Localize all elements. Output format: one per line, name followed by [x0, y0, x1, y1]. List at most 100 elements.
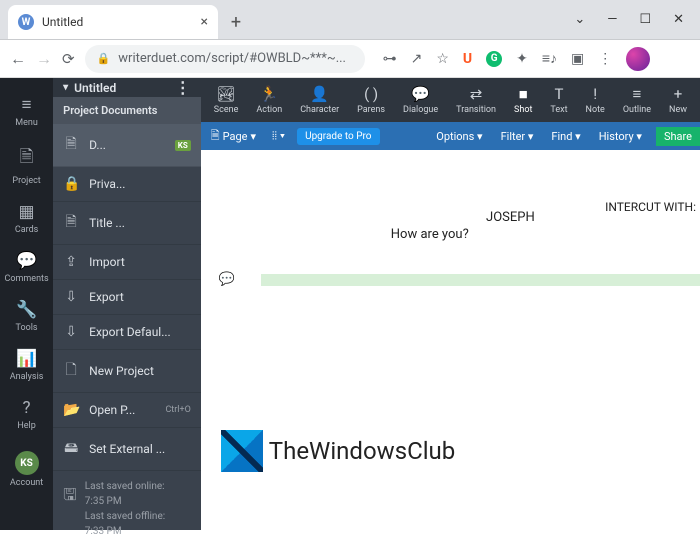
user-badge: KS [175, 140, 191, 151]
rail-help[interactable]: ?Help [0, 391, 53, 438]
reader-icon[interactable]: ▣ [571, 51, 584, 67]
item-icon: ⇪ [63, 254, 79, 270]
rail-analysis[interactable]: 📊Analysis [0, 342, 53, 389]
lock-icon: 🔒 [97, 52, 111, 65]
playlist-icon[interactable]: ≡♪ [542, 50, 557, 67]
item-label: New Project [89, 364, 154, 378]
tab-title: Untitled [42, 15, 193, 29]
grammarly-icon[interactable]: G [486, 51, 502, 67]
script-document[interactable]: INTERCUT WITH: JOSEPH How are you? 💬 The… [201, 150, 700, 530]
page-menu[interactable]: 🗎 Page ▾ [207, 127, 260, 146]
toolbar-note[interactable]: !Note [577, 85, 614, 115]
sidebar-item[interactable]: 📂Open P...Ctrl+O [53, 393, 201, 428]
toolbar-shot[interactable]: ■Shot [505, 85, 541, 115]
browser-tab[interactable]: W Untitled × [8, 5, 218, 39]
close-tab-icon[interactable]: × [201, 14, 208, 30]
more-icon[interactable]: ⋮ [175, 78, 191, 97]
browser-tab-strip: W Untitled × + ⌄ — ☐ ✕ [0, 0, 700, 40]
item-icon: 🗋 [63, 359, 79, 383]
minimize-button[interactable]: — [607, 12, 617, 27]
note-icon: ! [593, 85, 597, 103]
profile-avatar[interactable] [626, 47, 650, 71]
project-icon: 🗎 [20, 144, 34, 173]
project-sidebar: ▾ Untitled ⋮ Project Documents 🗎D...KS🔒P… [53, 78, 201, 530]
item-icon: ⇩ [63, 289, 79, 305]
sidebar-item[interactable]: 🗋 New Project [53, 350, 201, 393]
comment-icon[interactable]: 💬 [219, 272, 235, 287]
action-icon: 🏃 [260, 85, 279, 103]
menu-icon[interactable]: ⋮ [598, 51, 612, 67]
toolbar-parens[interactable]: ( )Parens [348, 85, 394, 115]
dropdown-icon[interactable]: ⌄ [574, 12, 585, 27]
item-label: Set External ... [89, 442, 165, 456]
toolbar-text[interactable]: TText [541, 85, 576, 115]
item-label: Export Defaul... [89, 325, 171, 339]
sidebar-item[interactable]: ⇩ Export [53, 280, 201, 315]
rail-project[interactable]: 🗎Project [0, 137, 53, 193]
key-icon[interactable]: ⊶ [383, 51, 397, 67]
extensions-icon[interactable]: ✦ [516, 51, 528, 67]
item-icon: 🖴 [63, 437, 79, 461]
rail-cards[interactable]: ▦Cards [0, 195, 53, 242]
ublock-icon[interactable]: U [463, 51, 472, 67]
toolbar-action[interactable]: 🏃Action [247, 85, 291, 115]
forward-button[interactable]: → [36, 49, 52, 69]
toolbar-outline[interactable]: ≡Outline [614, 85, 660, 115]
rail-menu[interactable]: ≡Menu [0, 88, 53, 135]
back-button[interactable]: ← [10, 49, 26, 69]
save-status: 🖫 Last saved online:7:35 PM Last saved o… [53, 471, 201, 547]
toolbar-new[interactable]: +New [660, 85, 696, 115]
close-window-button[interactable]: ✕ [673, 12, 684, 27]
rail-tools[interactable]: 🔧Tools [0, 293, 53, 340]
shortcut-label: Ctrl+O [165, 405, 190, 415]
analysis-icon: 📊 [16, 349, 37, 369]
share-button[interactable]: Share [656, 127, 700, 146]
new-tab-button[interactable]: + [222, 8, 250, 36]
cards-icon: ▦ [19, 202, 35, 222]
maximize-button[interactable]: ☐ [639, 12, 651, 27]
rail-comments[interactable]: 💬Comments [0, 244, 53, 291]
upgrade-button[interactable]: Upgrade to Pro [297, 128, 379, 145]
sidebar-item[interactable]: 🔒 Priva... [53, 167, 201, 202]
cursor-line-highlight [261, 274, 700, 286]
filter-menu[interactable]: Filter ▾ [497, 127, 538, 146]
favicon: W [18, 14, 34, 30]
item-icon: 🗎 [63, 211, 79, 235]
left-rail: ≡Menu🗎Project▦Cards💬Comments🔧Tools📊Analy… [0, 78, 53, 530]
item-label: Export [89, 290, 124, 304]
bookmark-icon[interactable]: ☆ [436, 51, 449, 67]
sidebar-item[interactable]: ⇩Export Defaul... [53, 315, 201, 350]
share-icon[interactable]: ↗ [411, 51, 423, 67]
main-area: 🏞Scene🏃Action👤Character( )Parens💬Dialogu… [201, 78, 700, 530]
find-menu[interactable]: Find ▾ [547, 127, 584, 146]
outline-icon: ≡ [633, 85, 642, 103]
toolbar-transition[interactable]: ⇄Transition [447, 85, 505, 115]
options-menu[interactable]: Options ▾ [432, 127, 486, 146]
address-bar: ← → ⟳ 🔒 writerduet.com/script/#OWBLD~***… [0, 40, 700, 78]
rail-account[interactable]: KSAccount [0, 440, 53, 495]
toolbar-dialogue[interactable]: 💬Dialogue [394, 85, 447, 115]
item-label: Title ... [89, 216, 125, 230]
comments-icon: 💬 [16, 251, 37, 271]
sidebar-item[interactable]: 🖴 Set External ... [53, 428, 201, 471]
history-menu[interactable]: History ▾ [595, 127, 646, 146]
parens-icon: ( ) [364, 85, 378, 103]
reload-button[interactable]: ⟳ [62, 50, 75, 68]
character-icon: 👤 [310, 85, 329, 103]
item-label: Import [89, 255, 125, 269]
sidebar-section-label: Project Documents [53, 97, 201, 124]
sidebar-item[interactable]: ⇪ Import [53, 245, 201, 280]
transition-icon: ⇄ [470, 85, 483, 103]
item-label: Priva... [89, 177, 125, 191]
sidebar-item[interactable]: 🗎D...KS [53, 124, 201, 167]
menu-icon: ≡ [22, 95, 32, 115]
sidebar-item[interactable]: 🗎 Title ... [53, 202, 201, 245]
format-toolbar: 🏞Scene🏃Action👤Character( )Parens💬Dialogu… [201, 78, 700, 122]
toolbar-scene[interactable]: 🏞Scene [205, 85, 248, 115]
account-avatar: KS [15, 451, 39, 475]
toolbar-character[interactable]: 👤Character [291, 85, 348, 115]
item-icon: 🔒 [63, 176, 79, 192]
url-input[interactable]: 🔒 writerduet.com/script/#OWBLD~***~... [85, 45, 365, 73]
chevron-down-icon[interactable]: ▾ [63, 82, 68, 93]
columns-menu[interactable]: ⦙⦙ ▾ [268, 129, 289, 143]
